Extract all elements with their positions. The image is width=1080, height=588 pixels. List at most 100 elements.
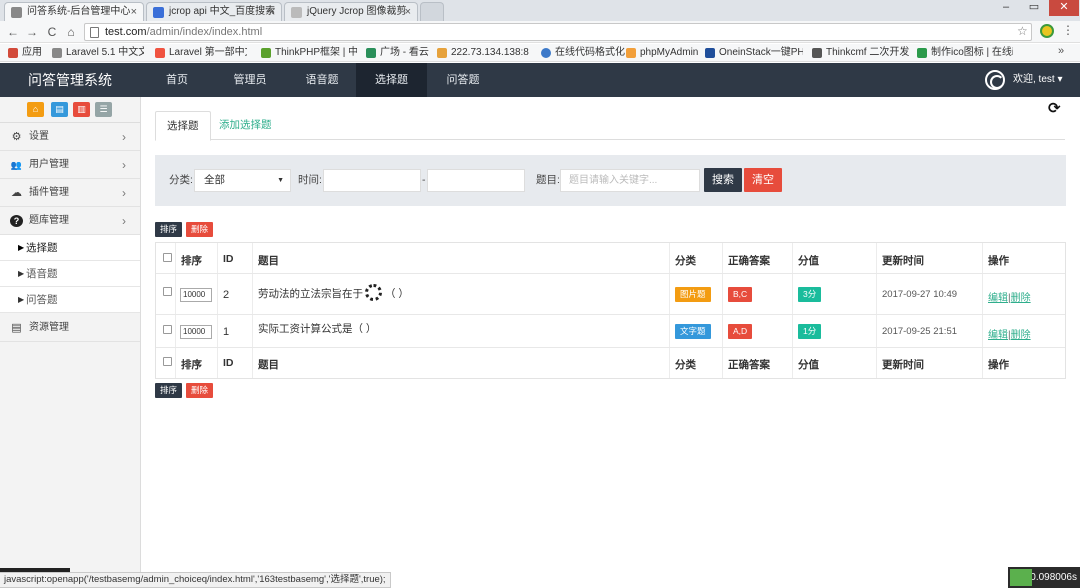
topnav-choice-questions[interactable]: 选择题 [356,63,427,97]
topnav-qa-questions[interactable]: 问答题 [438,63,488,97]
reload-button[interactable]: C [44,24,60,40]
row-id: 1 [223,326,230,338]
category-badge: 图片题 [675,287,711,302]
category-select-value: 全部 [204,174,225,186]
bookmark-kancloud[interactable]: 广场 - 看云 [366,46,429,60]
footer-category: 分类 [675,359,696,371]
browser-tab-jcrop-docs[interactable]: jQuery Jcrop 图像裁剪 × [284,2,418,21]
bookmark-label: Thinkcmf 二次开发 [826,47,910,58]
bookmark-laravel-book[interactable]: Laravel 第一部中文文 [155,46,247,60]
bookmark-label: 制作ico图标 | 在线ico [931,47,1013,58]
close-tab-icon[interactable]: × [269,3,275,21]
bookmark-label: Laravel 5.1 中文文档 [66,47,144,58]
tab-add-choice[interactable]: 添加选择题 [208,111,283,140]
time-end-input[interactable] [427,169,525,192]
bookmark-phpmyadmin[interactable]: phpMyAdmin [626,46,698,60]
bookmark-apps[interactable]: 应用 [8,46,42,60]
minimize-button[interactable]: – [992,0,1020,16]
edit-link[interactable]: 编辑 [988,330,1008,341]
home-button[interactable]: ⌂ [63,24,79,40]
bookmark-ico-maker[interactable]: 制作ico图标 | 在线ico [917,46,1013,60]
app-brand[interactable]: 问答管理系统 [0,63,140,97]
sidebar-item-label: 插件管理 [29,187,69,198]
browser-status-bar: javascript:openapp('/testbasemg/admin_ch… [0,572,391,588]
header-cell: 排序 [176,243,218,273]
id-cell: 1 [218,315,253,347]
file-icon[interactable]: ▤ [51,102,68,117]
bookmark-code-format[interactable]: 在线代码格式化 [541,46,625,60]
address-bar[interactable]: test.com/admin/index/index.html [84,23,1032,41]
bookmark-thinkphp[interactable]: ThinkPHP框架 | 中文 [261,46,357,60]
bookmark-label: Laravel 第一部中文文 [169,47,247,58]
header-category: 分类 [675,255,696,267]
close-tab-icon[interactable]: × [131,3,137,21]
delete-link[interactable]: 删除 [1011,330,1031,341]
delete-button-top[interactable]: 删除 [186,222,214,237]
row-checkbox[interactable] [163,287,172,296]
browser-tab-admin[interactable]: 问答系统-后台管理中心 × [4,2,144,21]
bookmarks-more-icon[interactable]: » [1058,45,1064,57]
footer-title: 题目 [258,359,279,371]
topnav-voice-questions[interactable]: 语音题 [297,63,347,97]
sidebar-item-users[interactable]: 👥 用户管理 › [0,151,140,179]
sidebar-item-settings[interactable]: ⚙ 设置 › [0,123,140,151]
search-button[interactable]: 搜索 [704,168,742,192]
bookmark-thinkcmf[interactable]: Thinkcmf 二次开发 [812,46,909,60]
home-icon[interactable]: ⌂ [27,102,44,117]
bookmark-label: ThinkPHP框架 | 中文 [275,47,357,58]
sidebar-subitem-qa[interactable]: ▶ 问答题 [0,287,140,313]
window-close-button[interactable]: ✕ [1049,0,1079,16]
page-icon [90,27,99,38]
delete-button-bottom[interactable]: 删除 [186,383,214,398]
maximize-button[interactable]: ▭ [1020,0,1048,16]
sort-order-input[interactable]: 10000 [180,325,212,339]
bookmark-oneinstack[interactable]: OneinStack一键PHP [705,46,803,60]
document-icon: ▤ [11,322,22,334]
content-tabs: 选择题 添加选择题 [155,111,1065,141]
user-greeting: 欢迎, test ▾ [1013,74,1063,85]
browser-tab-jcrop-search[interactable]: jcrop api 中文_百度搜索 × [146,2,282,21]
browser-toolbar: ← → C ⌂ test.com/admin/index/index.html … [0,21,1080,43]
delete-link[interactable]: 删除 [1011,293,1031,304]
bookmark-star-icon[interactable]: ☆ [1017,24,1028,38]
bookmark-server-ip[interactable]: 222.73.134.138:888 [437,46,529,60]
title-cell: 劳动法的立法宗旨在于 （ ） [253,274,670,314]
sidebar-subitem-choice[interactable]: ▶ 选择题 [0,235,140,261]
debug-timer[interactable]: 0.098006s [1008,567,1080,588]
clear-button[interactable]: 清空 [744,168,782,192]
category-select[interactable]: 全部 ▼ [194,169,291,192]
score-badge: 1分 [798,324,822,339]
row-checkbox-cell [156,274,176,314]
new-tab-button[interactable] [420,2,444,21]
sidebar-subitem-voice[interactable]: ▶ 语音题 [0,261,140,287]
bookmark-laravel-docs[interactable]: Laravel 5.1 中文文档 [52,46,144,60]
row-checkbox[interactable] [163,325,172,334]
sort-order-input[interactable]: 10000 [180,288,212,302]
list-icon[interactable]: ☰ [95,102,112,117]
sidebar-item-plugins[interactable]: ☁ 插件管理 › [0,179,140,207]
edit-link[interactable]: 编辑 [988,293,1008,304]
select-all-checkbox-bottom[interactable] [163,357,172,366]
close-tab-icon[interactable]: × [405,3,411,21]
sidebar-item-question-bank[interactable]: ? 题库管理 › [0,207,140,235]
time-start-input[interactable] [323,169,421,192]
back-button[interactable]: ← [5,24,21,40]
forward-button[interactable]: → [24,24,40,40]
sort-button-bottom[interactable]: 排序 [155,383,183,398]
trash-icon[interactable]: ▥ [73,102,90,117]
topnav-home[interactable]: 首页 [155,63,199,97]
tab-choice-list[interactable]: 选择题 [155,111,211,141]
sidebar-subitem-label: 语音题 [26,268,58,280]
caret-right-icon: ▶ [18,243,25,252]
sort-button-top[interactable]: 排序 [155,222,183,237]
answer-cell: B,C [723,274,793,314]
sidebar-item-resources[interactable]: ▤ 资源管理 [0,314,140,342]
topnav-admins[interactable]: 管理员 [225,63,275,97]
select-all-checkbox[interactable] [163,253,172,262]
chevron-right-icon: › [122,214,126,228]
subject-search-input[interactable]: 题目请输入关键字... [560,169,700,192]
browser-menu-icon[interactable]: ⋮ [1062,23,1074,37]
extension-icon[interactable] [1040,24,1054,38]
apps-grid-icon [8,48,18,58]
chevron-right-icon: › [122,130,126,144]
